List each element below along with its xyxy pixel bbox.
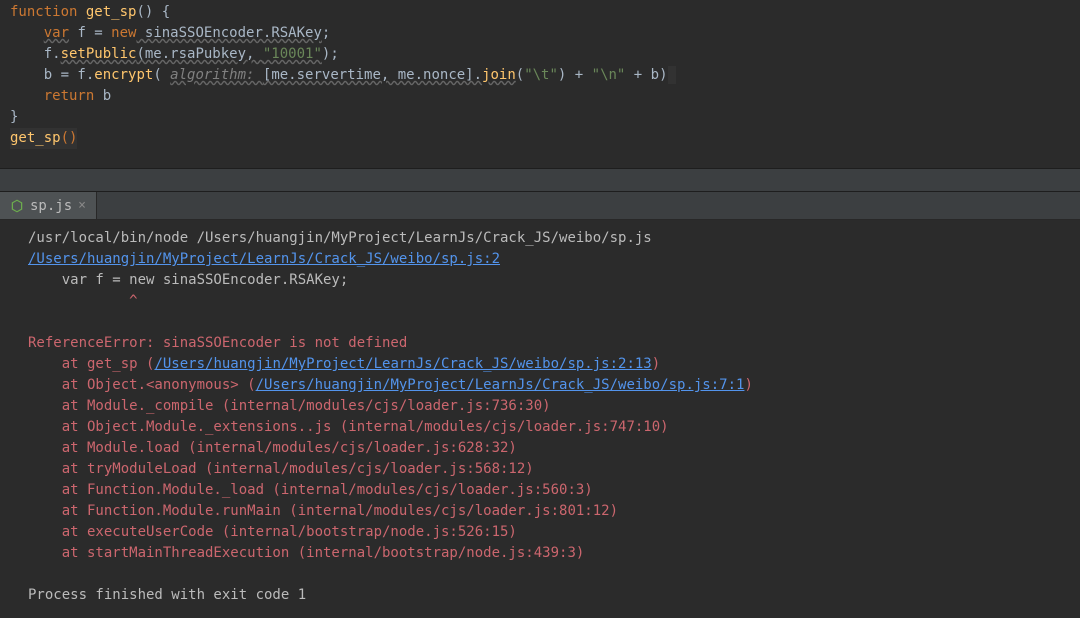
console-blank2 — [28, 564, 1076, 585]
keyword-new: new — [111, 25, 136, 41]
code-editor[interactable]: function get_sp() { var f = new sinaSSOE… — [0, 0, 1080, 168]
plus: ) + — [558, 67, 592, 83]
console-caret: ^ — [28, 291, 1076, 312]
method-encrypt: encrypt — [94, 67, 153, 83]
stack-9: at executeUserCode (internal/bootstrap/n… — [28, 522, 1076, 543]
close-icon[interactable]: × — [78, 198, 86, 213]
semicolon: ; — [322, 25, 330, 41]
console-echo-line: var f = new sinaSSOEncoder.RSAKey; — [28, 270, 1076, 291]
method-setpublic: setPublic — [61, 46, 137, 62]
run-console[interactable]: /usr/local/bin/node /Users/huangjin/MyPr… — [0, 220, 1080, 618]
code-line-2[interactable]: var f = new sinaSSOEncoder.RSAKey; — [10, 23, 1070, 44]
stack1-post: ) — [652, 356, 660, 372]
keyword-var: var — [44, 25, 69, 41]
class-ref: sinaSSOEncoder.RSAKey — [136, 25, 321, 41]
method-join: join — [482, 67, 516, 83]
panel-splitter[interactable] — [0, 168, 1080, 192]
text: f = — [69, 25, 111, 41]
array-expr: [me.servertime, me.nonce]. — [263, 67, 482, 83]
keyword-return: return — [44, 88, 95, 104]
stack2-link[interactable]: /Users/huangjin/MyProject/LearnJs/Crack_… — [256, 377, 745, 393]
code-line-6[interactable]: } — [10, 107, 1070, 128]
indent: f. — [10, 46, 61, 62]
stack-7: at Function.Module._load (internal/modul… — [28, 480, 1076, 501]
string-literal: "10001" — [263, 46, 322, 62]
code-line-4[interactable]: b = f.encrypt( algorithm: [me.servertime… — [10, 65, 1070, 86]
string-newline: "\n" — [592, 67, 626, 83]
return-expr: b — [94, 88, 111, 104]
args: (me.rsaPubkey, — [136, 46, 262, 62]
code-line-3[interactable]: f.setPublic(me.rsaPubkey, "10001"); — [10, 44, 1070, 65]
indent: b = f. — [10, 67, 94, 83]
stack1-pre: at get_sp ( — [28, 356, 154, 372]
exit-code: Process finished with exit code 1 — [28, 585, 1076, 606]
paren-open: () { — [136, 4, 170, 20]
close-paren: ); — [322, 46, 339, 62]
param-hint: algorithm: — [170, 67, 263, 83]
caret-bg — [668, 66, 676, 84]
string-tab: "\t" — [524, 67, 558, 83]
stack2-post: ) — [744, 377, 752, 393]
nodejs-icon — [10, 199, 24, 213]
stack-2: at Object.<anonymous> (/Users/huangjin/M… — [28, 375, 1076, 396]
stack-8: at Function.Module.runMain (internal/mod… — [28, 501, 1076, 522]
code-line-1[interactable]: function get_sp() { — [10, 2, 1070, 23]
brace-close: } — [10, 109, 18, 125]
stack-10: at startMainThreadExecution (internal/bo… — [28, 543, 1076, 564]
stack-6: at tryModuleLoad (internal/modules/cjs/l… — [28, 459, 1076, 480]
call-paren: () — [61, 130, 78, 146]
tab-spjs[interactable]: sp.js × — [0, 192, 97, 219]
stack-4: at Object.Module._extensions..js (intern… — [28, 417, 1076, 438]
console-blank — [28, 312, 1076, 333]
keyword-function: function — [10, 4, 77, 20]
call-getsp: get_sp — [10, 130, 61, 146]
tail: + b) — [625, 67, 667, 83]
stack2-pre: at Object.<anonymous> ( — [28, 377, 256, 393]
stack1-link[interactable]: /Users/huangjin/MyProject/LearnJs/Crack_… — [154, 356, 651, 372]
function-name: get_sp — [77, 4, 136, 20]
stack-3: at Module._compile (internal/modules/cjs… — [28, 396, 1076, 417]
stack-1: at get_sp (/Users/huangjin/MyProject/Lea… — [28, 354, 1076, 375]
stack-5: at Module.load (internal/modules/cjs/loa… — [28, 438, 1076, 459]
indent — [10, 88, 44, 104]
tab-label: sp.js — [30, 198, 72, 214]
indent — [10, 25, 44, 41]
code-line-5[interactable]: return b — [10, 86, 1070, 107]
error-title: ReferenceError: sinaSSOEncoder is not de… — [28, 333, 1076, 354]
code-line-7[interactable]: get_sp() — [10, 128, 1070, 149]
console-link-file[interactable]: /Users/huangjin/MyProject/LearnJs/Crack_… — [28, 249, 1076, 270]
open-paren: ( — [153, 67, 170, 83]
run-tabbar: sp.js × — [0, 192, 1080, 220]
file-link[interactable]: /Users/huangjin/MyProject/LearnJs/Crack_… — [28, 251, 500, 267]
console-command: /usr/local/bin/node /Users/huangjin/MyPr… — [28, 228, 1076, 249]
join-open: ( — [516, 67, 524, 83]
